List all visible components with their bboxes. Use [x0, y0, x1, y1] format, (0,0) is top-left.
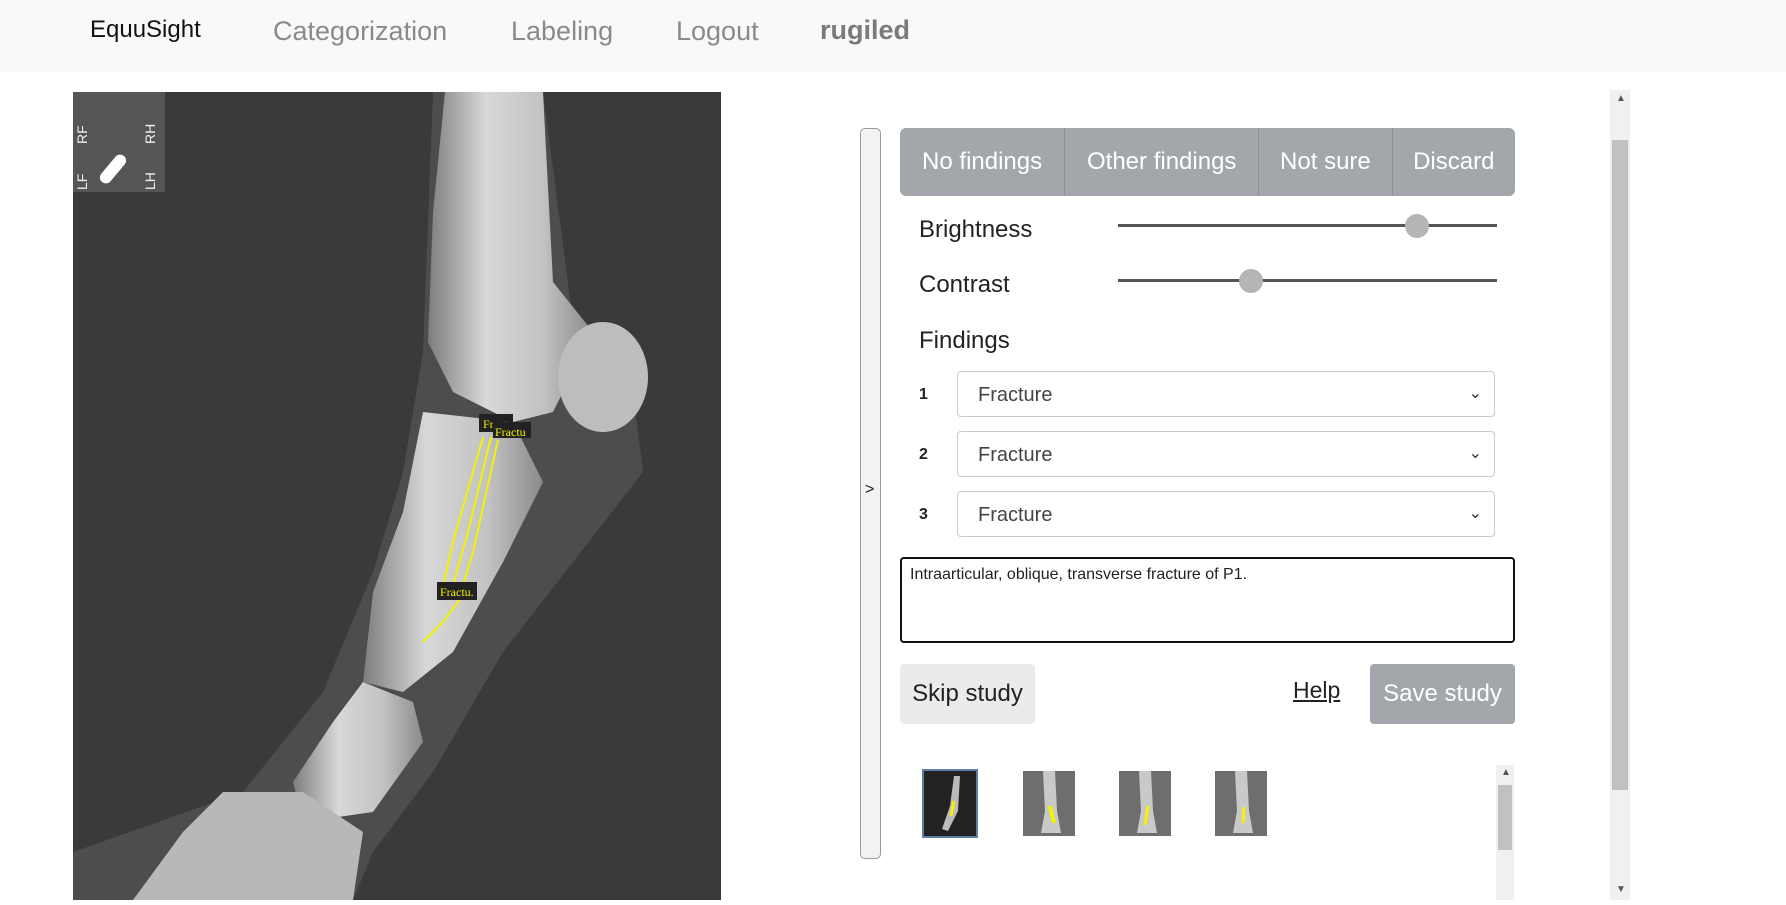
- panel-toggle-bar[interactable]: >: [860, 128, 881, 859]
- brand-logo[interactable]: EquuSight: [90, 16, 201, 44]
- thumbnail-4[interactable]: [1215, 771, 1267, 836]
- skip-study-button[interactable]: Skip study: [900, 664, 1035, 724]
- panel-toggle-label: >: [865, 481, 875, 498]
- nav-logout[interactable]: Logout: [676, 16, 759, 47]
- finding-select-value-2: Fracture: [978, 444, 1053, 466]
- marker-rf: RF: [74, 125, 90, 144]
- other-findings-button[interactable]: Other findings: [1065, 128, 1260, 196]
- brightness-slider-track[interactable]: [1118, 224, 1497, 227]
- finding-select-value-3: Fracture: [978, 504, 1053, 526]
- thumbnail-2[interactable]: [1023, 771, 1075, 836]
- contrast-slider-thumb[interactable]: [1238, 269, 1263, 293]
- marker-rh: RH: [142, 124, 158, 144]
- finding-select-1[interactable]: Fracture ⌄: [957, 371, 1495, 417]
- marker-lh: LH: [142, 172, 158, 190]
- save-study-button[interactable]: Save study: [1370, 664, 1515, 724]
- scroll-up-arrow-icon[interactable]: ▲: [1616, 93, 1626, 104]
- top-navbar: EquuSight Categorization Labeling Logout…: [0, 0, 1786, 72]
- finding-select-3[interactable]: Fracture ⌄: [957, 491, 1495, 537]
- panel-scrollbar-thumb[interactable]: [1612, 140, 1628, 790]
- finding-number-2: 2: [919, 446, 928, 463]
- thumbnail-1[interactable]: [922, 769, 978, 838]
- thumbnail-scrollbar-thumb[interactable]: [1498, 785, 1512, 850]
- discard-button[interactable]: Discard: [1392, 128, 1515, 196]
- marker-lf: LF: [74, 174, 90, 190]
- brightness-slider-thumb[interactable]: [1405, 214, 1430, 238]
- xray-viewer[interactable]: RF RH LF LH Fract. Fractu Fractu.: [73, 92, 721, 900]
- chevron-down-icon: ⌄: [1468, 385, 1482, 402]
- findings-notes-textarea[interactable]: Intraarticular, oblique, transverse frac…: [900, 557, 1515, 643]
- finding-select-value-1: Fracture: [978, 384, 1053, 406]
- finding-number-3: 3: [919, 506, 928, 523]
- contrast-slider-track[interactable]: [1118, 279, 1497, 282]
- chevron-down-icon: ⌄: [1468, 505, 1482, 522]
- thumbnail-scrollbar[interactable]: ▲: [1496, 765, 1514, 900]
- findings-heading: Findings: [919, 327, 1010, 354]
- decision-button-group: No findings Other findings Not sure Disc…: [900, 128, 1515, 196]
- nav-labeling[interactable]: Labeling: [511, 16, 613, 47]
- brightness-label: Brightness: [919, 216, 1033, 243]
- scroll-down-arrow-icon[interactable]: ▼: [1616, 884, 1626, 895]
- nav-categorization[interactable]: Categorization: [273, 16, 447, 47]
- panel-scrollbar[interactable]: ▲ ▼: [1610, 90, 1630, 900]
- contrast-label: Contrast: [919, 271, 1010, 298]
- scroll-up-arrow-icon[interactable]: ▲: [1501, 767, 1511, 778]
- finding-select-2[interactable]: Fracture ⌄: [957, 431, 1495, 477]
- nav-username: rugiled: [820, 15, 911, 45]
- no-findings-button[interactable]: No findings: [900, 128, 1066, 196]
- xray-image: RF RH LF LH Fract. Fractu Fractu.: [73, 92, 721, 900]
- finding-number-1: 1: [919, 386, 928, 403]
- annotation-label-2[interactable]: Fractu: [495, 425, 526, 439]
- not-sure-button[interactable]: Not sure: [1259, 128, 1393, 196]
- annotation-label-3[interactable]: Fractu.: [440, 585, 474, 599]
- help-link[interactable]: Help: [1293, 677, 1340, 704]
- thumbnail-3[interactable]: [1119, 771, 1171, 836]
- chevron-down-icon: ⌄: [1468, 445, 1482, 462]
